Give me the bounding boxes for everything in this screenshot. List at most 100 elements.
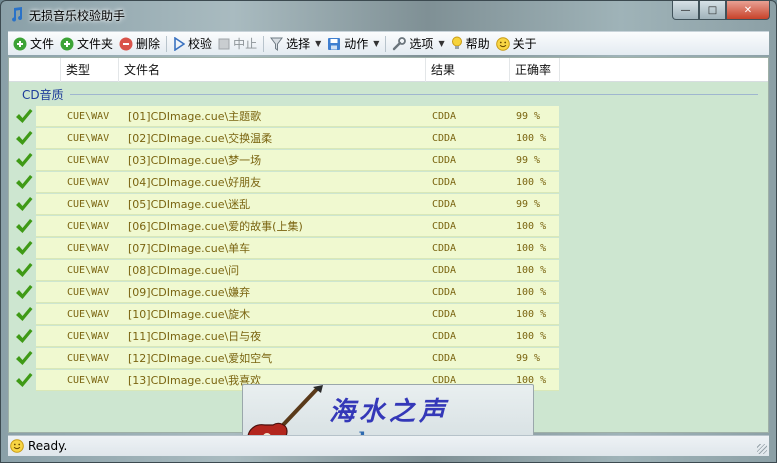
cell-type: CUE\WAV <box>67 265 110 276</box>
table-row[interactable]: CUE\WAV [06]CDImage.cue\爱的故事(上集) CDDA 100 % <box>9 216 768 238</box>
window-controls: — □ ✕ <box>672 1 770 21</box>
cell-name: [02]CDImage.cue\交换温柔 <box>128 132 273 145</box>
cell-name: [03]CDImage.cue\梦一场 <box>128 154 262 167</box>
cell-result: CDDA <box>432 199 457 210</box>
title-bar[interactable]: 无损音乐校验助手 — □ ✕ <box>1 1 776 28</box>
cell-type: CUE\WAV <box>67 309 110 320</box>
add-file-label: 文件 <box>30 37 55 51</box>
table-row[interactable]: CUE\WAV [02]CDImage.cue\交换温柔 CDDA 100 % <box>9 128 768 150</box>
checkmark-icon <box>16 175 33 189</box>
cell-name: [11]CDImage.cue\日与夜 <box>128 330 262 343</box>
cell-name: [06]CDImage.cue\爱的故事(上集) <box>128 220 303 233</box>
stop-button[interactable]: 中止 <box>215 33 260 55</box>
row-background <box>36 194 559 215</box>
group-header[interactable]: CD音质 <box>22 86 64 103</box>
file-list[interactable]: 类型 文件名 结果 正确率 CD音质 CUE\WAV [01]CDImage.cu… <box>8 57 769 433</box>
options-label: 选项 <box>409 37 434 51</box>
select-dropdown[interactable]: 选择 ▼ <box>267 33 324 55</box>
table-row[interactable]: CUE\WAV [01]CDImage.cue\主题歌 CDDA 99 % <box>9 106 768 128</box>
table-row[interactable]: CUE\WAV [10]CDImage.cue\旋木 CDDA 100 % <box>9 304 768 326</box>
row-background <box>36 282 559 303</box>
lightbulb-icon <box>451 36 462 49</box>
column-header-accuracy[interactable]: 正确率 <box>510 58 560 82</box>
cell-accuracy: 100 % <box>516 331 547 342</box>
row-background <box>36 260 559 281</box>
close-button[interactable]: ✕ <box>726 1 770 20</box>
cell-type: CUE\WAV <box>67 353 110 364</box>
row-background <box>36 106 559 127</box>
resize-grip[interactable] <box>757 444 767 454</box>
cell-accuracy: 100 % <box>516 287 547 298</box>
add-icon <box>13 37 27 50</box>
status-text: Ready. <box>28 439 68 453</box>
music-note-icon <box>12 7 23 22</box>
cell-result: CDDA <box>432 133 457 144</box>
table-row[interactable]: CUE\WAV [05]CDImage.cue\迷乱 CDDA 99 % <box>9 194 768 216</box>
checkmark-icon <box>16 219 33 233</box>
cell-name: [07]CDImage.cue\单车 <box>128 242 251 255</box>
action-label: 动作 <box>344 37 369 51</box>
cell-accuracy: 100 % <box>516 243 547 254</box>
table-row[interactable]: CUE\WAV [07]CDImage.cue\单车 CDDA 100 % <box>9 238 768 260</box>
cell-result: CDDA <box>432 155 457 166</box>
status-bar: Ready. <box>8 435 769 456</box>
checkmark-icon <box>16 351 33 365</box>
cell-type: CUE\WAV <box>67 375 110 386</box>
checkmark-icon <box>16 373 33 387</box>
play-icon <box>174 36 186 51</box>
about-label: 关于 <box>512 37 537 51</box>
column-header-check[interactable] <box>9 58 61 82</box>
cell-accuracy: 100 % <box>516 221 547 232</box>
row-background <box>36 128 559 149</box>
cell-name: [12]CDImage.cue\爱如空气 <box>128 352 273 365</box>
checkmark-icon <box>16 241 33 255</box>
cell-type: CUE\WAV <box>67 155 110 166</box>
smiley-icon <box>495 36 510 51</box>
add-file-button[interactable]: 文件 <box>10 33 57 55</box>
options-dropdown[interactable]: 选项 ▼ <box>389 33 447 55</box>
cell-name: [09]CDImage.cue\嫌弃 <box>128 286 251 299</box>
checkmark-icon <box>16 131 33 145</box>
row-background <box>36 150 559 171</box>
toolbar-separator <box>166 35 168 52</box>
cell-type: CUE\WAV <box>67 331 110 342</box>
action-dropdown[interactable]: 动作 ▼ <box>324 33 382 55</box>
help-button[interactable]: 帮助 <box>448 33 493 55</box>
chevron-down-icon: ▼ <box>438 39 445 48</box>
filter-icon <box>270 37 284 51</box>
select-label: 选择 <box>286 37 311 51</box>
cell-result: CDDA <box>432 265 457 276</box>
table-row[interactable]: CUE\WAV [12]CDImage.cue\爱如空气 CDDA 99 % <box>9 348 768 370</box>
about-button[interactable]: 关于 <box>493 33 540 55</box>
row-background <box>36 348 559 369</box>
group-divider <box>70 94 758 95</box>
cell-type: CUE\WAV <box>67 221 110 232</box>
table-row[interactable]: CUE\WAV [09]CDImage.cue\嫌弃 CDDA 100 % <box>9 282 768 304</box>
delete-button[interactable]: 删除 <box>116 33 163 55</box>
verify-label: 校验 <box>188 37 213 51</box>
cell-result: CDDA <box>432 221 457 232</box>
column-header-type[interactable]: 类型 <box>61 58 119 82</box>
table-row[interactable]: CUE\WAV [11]CDImage.cue\日与夜 CDDA 100 % <box>9 326 768 348</box>
table-row[interactable]: CUE\WAV [04]CDImage.cue\好朋友 CDDA 100 % <box>9 172 768 194</box>
table-row[interactable]: CUE\WAV [03]CDImage.cue\梦一场 CDDA 99 % <box>9 150 768 172</box>
column-header-result[interactable]: 结果 <box>426 58 510 82</box>
cell-accuracy: 100 % <box>516 309 547 320</box>
stop-icon <box>218 38 230 49</box>
minimize-button[interactable]: — <box>672 1 699 20</box>
cell-result: CDDA <box>432 243 457 254</box>
wrench-icon <box>393 36 407 50</box>
maximize-button[interactable]: □ <box>699 1 726 20</box>
cell-type: CUE\WAV <box>67 177 110 188</box>
smiley-icon <box>10 439 24 453</box>
cell-result: CDDA <box>432 287 457 298</box>
checkmark-icon <box>16 197 33 211</box>
table-row[interactable]: CUE\WAV [08]CDImage.cue\问 CDDA 100 % <box>9 260 768 282</box>
window-title: 无损音乐校验助手 <box>29 9 126 23</box>
toolbar-separator <box>385 35 387 52</box>
column-header-filename[interactable]: 文件名 <box>119 58 426 82</box>
cell-name: [01]CDImage.cue\主题歌 <box>128 110 262 123</box>
add-folder-button[interactable]: 文件夹 <box>57 33 116 55</box>
verify-button[interactable]: 校验 <box>170 33 215 55</box>
cell-accuracy: 99 % <box>516 353 541 364</box>
